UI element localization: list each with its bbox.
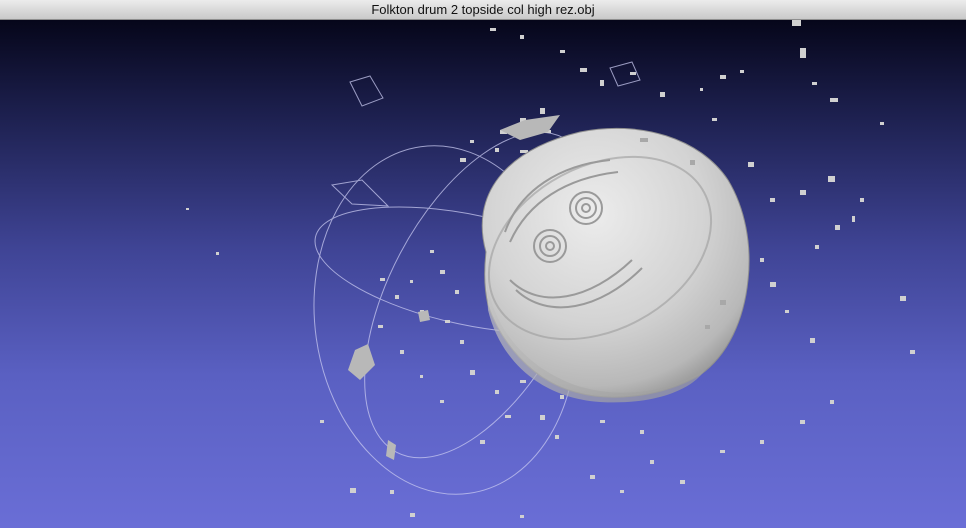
folkton-drum-mesh[interactable] bbox=[457, 120, 750, 403]
scene-canvas[interactable] bbox=[0, 20, 966, 528]
window-title: Folkton drum 2 topside col high rez.obj bbox=[371, 2, 595, 17]
3d-viewport[interactable] bbox=[0, 20, 966, 528]
light-indicator-1 bbox=[349, 75, 384, 107]
meshlab-window: Folkton drum 2 topside col high rez.obj bbox=[0, 0, 966, 528]
light-indicator-2 bbox=[330, 179, 390, 207]
window-titlebar[interactable]: Folkton drum 2 topside col high rez.obj bbox=[0, 0, 966, 20]
